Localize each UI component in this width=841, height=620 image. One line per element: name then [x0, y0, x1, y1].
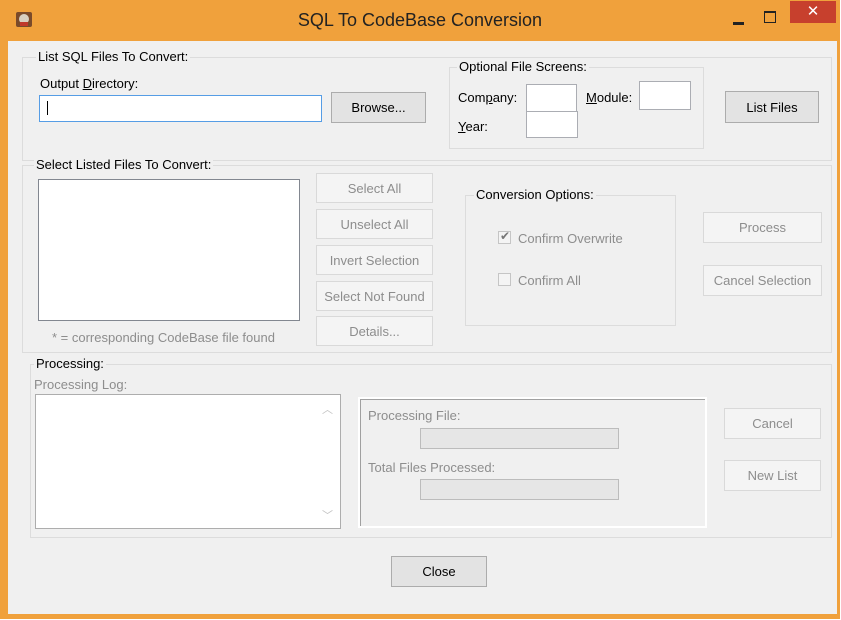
company-input[interactable]: [526, 84, 577, 112]
cancel-selection-button[interactable]: Cancel Selection: [703, 265, 822, 296]
new-list-button[interactable]: New List: [724, 460, 821, 491]
browse-button[interactable]: Browse...: [331, 92, 426, 123]
processing-log-textbox[interactable]: ︿ ﹀: [35, 394, 341, 529]
details-button[interactable]: Details...: [316, 316, 433, 346]
check-mark-icon: ✔: [500, 229, 511, 243]
unselect-all-button[interactable]: Unselect All: [316, 209, 433, 239]
confirm-all-label: Confirm All: [518, 273, 581, 288]
close-window-button[interactable]: ✕: [790, 1, 836, 23]
module-label: Module:: [586, 90, 633, 105]
company-label: Company:: [458, 90, 518, 105]
module-input[interactable]: [639, 81, 691, 110]
processing-file-progress: [420, 428, 619, 449]
files-listbox[interactable]: [38, 179, 300, 321]
optional-file-screens-label: Optional File Screens:: [457, 59, 589, 74]
title-bar[interactable]: SQL To CodeBase Conversion ✕: [0, 0, 840, 41]
total-files-processed-label: Total Files Processed:: [368, 460, 496, 475]
app-window: SQL To CodeBase Conversion ✕ List SQL Fi…: [0, 0, 840, 619]
output-directory-label: Output Directory:: [40, 76, 139, 91]
scroll-down-icon[interactable]: ﹀: [322, 507, 333, 523]
minimize-icon[interactable]: [729, 12, 749, 28]
total-files-progress: [420, 479, 619, 500]
list-sql-group-label: List SQL Files To Convert:: [36, 49, 191, 64]
conversion-options-group: [465, 195, 676, 326]
codebase-footnote: * = corresponding CodeBase file found: [52, 330, 275, 345]
close-button[interactable]: Close: [391, 556, 487, 587]
list-files-button[interactable]: List Files: [725, 91, 819, 123]
year-label: Year:: [458, 119, 488, 134]
process-button[interactable]: Process: [703, 212, 822, 243]
select-not-found-button[interactable]: Select Not Found: [316, 281, 433, 311]
invert-selection-button[interactable]: Invert Selection: [316, 245, 433, 275]
conversion-options-label: Conversion Options:: [474, 187, 596, 202]
output-directory-input[interactable]: [39, 95, 322, 122]
dialog-client: List SQL Files To Convert: Output Direct…: [8, 41, 837, 614]
text-caret: [47, 101, 48, 115]
confirm-all-checkbox[interactable]: [498, 273, 511, 286]
select-all-button[interactable]: Select All: [316, 173, 433, 203]
select-listed-group-label: Select Listed Files To Convert:: [34, 157, 214, 172]
cancel-processing-button[interactable]: Cancel: [724, 408, 821, 439]
processing-file-label: Processing File:: [368, 408, 461, 423]
window-title: SQL To CodeBase Conversion: [297, 10, 543, 30]
maximize-icon[interactable]: [758, 8, 782, 28]
year-input[interactable]: [526, 111, 578, 138]
scroll-up-icon[interactable]: ︿: [322, 401, 333, 417]
processing-log-label: Processing Log:: [34, 377, 128, 392]
confirm-overwrite-label: Confirm Overwrite: [518, 231, 623, 246]
processing-group-label: Processing:: [34, 356, 106, 371]
confirm-overwrite-checkbox[interactable]: ✔: [498, 229, 511, 244]
